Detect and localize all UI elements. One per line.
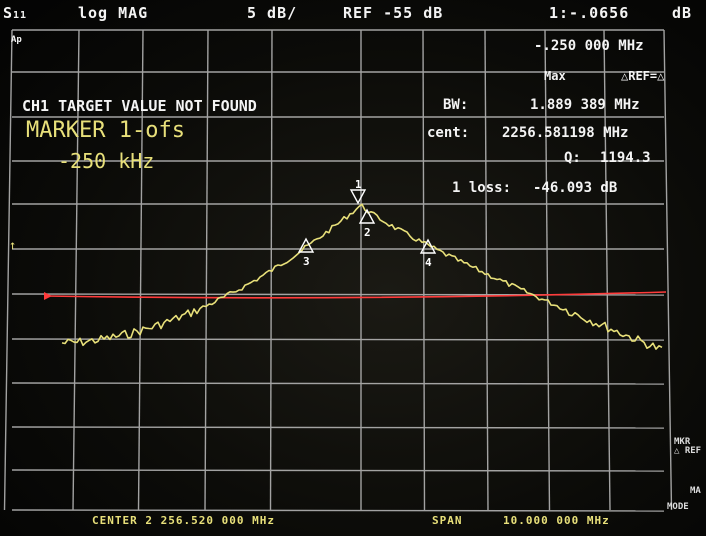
marker-readout: 1:-.0656 (549, 4, 630, 22)
parameter-label: S11 (3, 4, 28, 22)
q-label: Q: (564, 150, 581, 166)
marker-function-title: MARKER 1-ofs (26, 118, 185, 143)
center-label: cent: (427, 125, 470, 141)
span-value: 10.000 000 MHz (503, 514, 610, 527)
marker-2-label: 2 (364, 226, 371, 239)
bandwidth-label: BW: (443, 97, 469, 113)
loss-label: 1 loss: (452, 180, 512, 196)
loss-value: -46.093 dB (533, 180, 618, 196)
marker-frequency: -.250 000 MHz (534, 38, 644, 54)
reference-level-label: REF -55 dB (343, 4, 444, 22)
grid-line-vertical (422, 29, 426, 511)
grid-line-horizontal (11, 509, 665, 512)
marker-1-label: 1 (355, 178, 362, 191)
center-frequency: CENTER 2 256.520 000 MHz (92, 514, 275, 527)
span-label: SPAN (432, 514, 463, 527)
grid-line-horizontal (11, 469, 665, 472)
marker-offset-value: -250 kHz (58, 149, 155, 173)
grid-line-vertical (484, 29, 489, 511)
marker-4-label: 4 (425, 256, 432, 269)
softkey-ma[interactable]: MA (690, 487, 701, 496)
grid-line-horizontal (11, 382, 665, 385)
grid-line-horizontal (11, 426, 665, 429)
graticule: 1 2 3 4 (3, 29, 673, 512)
softkey-mkr-ref[interactable]: MKR △ REF (674, 438, 704, 456)
measurement-trace (61, 203, 663, 350)
marker-1-triangle (349, 189, 367, 205)
reference-position-marker (44, 292, 52, 300)
scale-label: 5 dB/ (247, 4, 298, 22)
grid-line-vertical (269, 29, 273, 511)
bandwidth-value: 1.889 389 MHz (530, 97, 640, 113)
status-message: CH1 TARGET VALUE NOT FOUND (22, 97, 257, 115)
marker-3-label: 3 (303, 255, 310, 268)
averaging-annotation: Ap (11, 35, 22, 45)
grid-line-vertical (663, 29, 673, 511)
marker-search-mode: Max (544, 69, 566, 83)
center-value: 2256.581198 MHz (502, 125, 629, 141)
grid-line-vertical (3, 29, 13, 511)
softkey-mkr-ref-label: MKR △ REF (674, 437, 702, 456)
analyzer-screen: 1 2 3 4 S11 log MAG 5 dB/ REF -55 dB 1:-.06… (0, 0, 706, 536)
format-label: log MAG (78, 4, 149, 22)
softkey-mode[interactable]: MODE (667, 503, 689, 512)
q-value: 1194.3 (600, 150, 651, 166)
up-arrow-icon: ↑ (9, 238, 17, 252)
marker-readout-unit: dB (672, 4, 693, 22)
delta-reference-label: △REF=△ (621, 69, 665, 83)
